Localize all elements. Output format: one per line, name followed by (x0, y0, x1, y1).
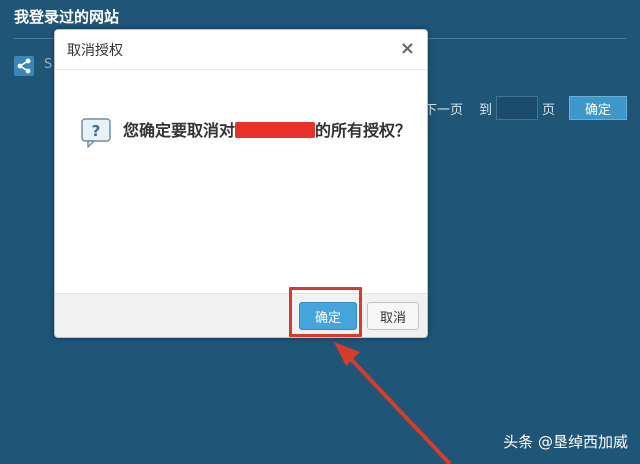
redacted-site-name (235, 122, 316, 138)
next-page-link[interactable]: 下一页 (424, 99, 463, 118)
share-label: S (44, 57, 53, 72)
page-title: 我登录过的网站 (14, 8, 120, 26)
dialog-header: 取消授权 × (55, 30, 427, 70)
share-icon[interactable] (14, 56, 34, 76)
goto-label: 到 (479, 102, 493, 118)
page-unit-label: 页 (542, 102, 556, 118)
message-suffix: 的所有授权？ (315, 121, 412, 140)
dialog-footer: 确定 取消 (55, 293, 427, 337)
message-prefix: 您确定要取消对 (123, 121, 236, 140)
close-icon[interactable]: × (400, 39, 415, 59)
svg-text:?: ? (92, 122, 101, 140)
page-number-input[interactable] (496, 96, 539, 120)
watermark: 头条 @垦绰西加威 (503, 433, 628, 451)
confirm-message: 您确定要取消对 的所有授权？ (123, 119, 413, 143)
pagination: 下一页 到 页 确定 (424, 96, 628, 120)
dialog-title: 取消授权 (67, 43, 123, 59)
cancel-button[interactable]: 取消 (367, 302, 419, 330)
goto-page-button[interactable]: 确定 (569, 96, 628, 120)
dialog-body: ? 您确定要取消对 的所有授权？ (55, 70, 427, 295)
highlight-box (289, 287, 362, 337)
revoke-authorization-dialog: 取消授权 × ? 您确定要取消对 的所有授权？ 确定 取消 (54, 29, 428, 338)
question-icon: ? (81, 118, 111, 148)
